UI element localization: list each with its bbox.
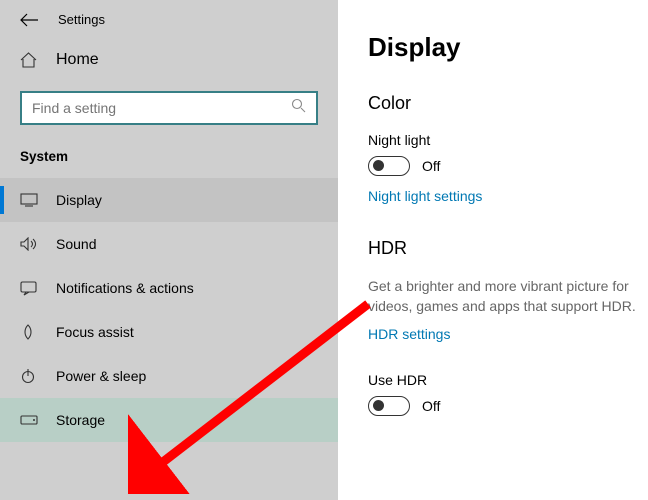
sidebar-item-display[interactable]: Display: [0, 178, 338, 222]
section-hdr: HDR: [368, 238, 648, 259]
night-light-toggle[interactable]: [368, 156, 410, 176]
display-icon: [20, 193, 38, 207]
nav-label: Storage: [56, 412, 105, 428]
search-icon: [291, 98, 306, 118]
use-hdr-state: Off: [422, 398, 440, 414]
nav-label: Power & sleep: [56, 368, 146, 384]
section-color: Color: [368, 93, 648, 114]
nav-label: Display: [56, 192, 102, 208]
header-title: Settings: [58, 12, 105, 27]
sound-icon: [20, 237, 38, 251]
nav-label: Focus assist: [56, 324, 134, 340]
use-hdr-toggle[interactable]: [368, 396, 410, 416]
header: Settings: [0, 12, 338, 41]
sidebar-item-notifications[interactable]: Notifications & actions: [0, 266, 338, 310]
nav-label: Notifications & actions: [56, 280, 194, 296]
power-icon: [20, 368, 38, 384]
back-icon[interactable]: [20, 13, 38, 27]
hdr-settings-link[interactable]: HDR settings: [368, 326, 450, 342]
search-input[interactable]: [32, 100, 291, 116]
sidebar-item-storage[interactable]: Storage: [0, 398, 338, 442]
sidebar-item-sound[interactable]: Sound: [0, 222, 338, 266]
sidebar-item-power-sleep[interactable]: Power & sleep: [0, 354, 338, 398]
content-pane: Display Color Night light Off Night ligh…: [338, 0, 648, 500]
sidebar: Settings Home System Display Sound: [0, 0, 338, 500]
search-box[interactable]: [20, 91, 318, 125]
nav-label: Sound: [56, 236, 96, 252]
night-light-settings-link[interactable]: Night light settings: [368, 188, 482, 204]
night-light-state: Off: [422, 158, 440, 174]
category-label: System: [0, 133, 338, 170]
page-title: Display: [368, 32, 648, 63]
nav-list: Display Sound Notifications & actions Fo…: [0, 178, 338, 442]
sidebar-item-focus-assist[interactable]: Focus assist: [0, 310, 338, 354]
notifications-icon: [20, 281, 38, 296]
home-icon: [20, 52, 38, 68]
sidebar-item-home[interactable]: Home: [0, 41, 338, 79]
use-hdr-label: Use HDR: [368, 372, 648, 388]
hdr-description: Get a brighter and more vibrant picture …: [368, 277, 648, 316]
night-light-label: Night light: [368, 132, 648, 148]
storage-icon: [20, 415, 38, 425]
focus-icon: [20, 324, 38, 340]
home-label: Home: [56, 51, 99, 69]
